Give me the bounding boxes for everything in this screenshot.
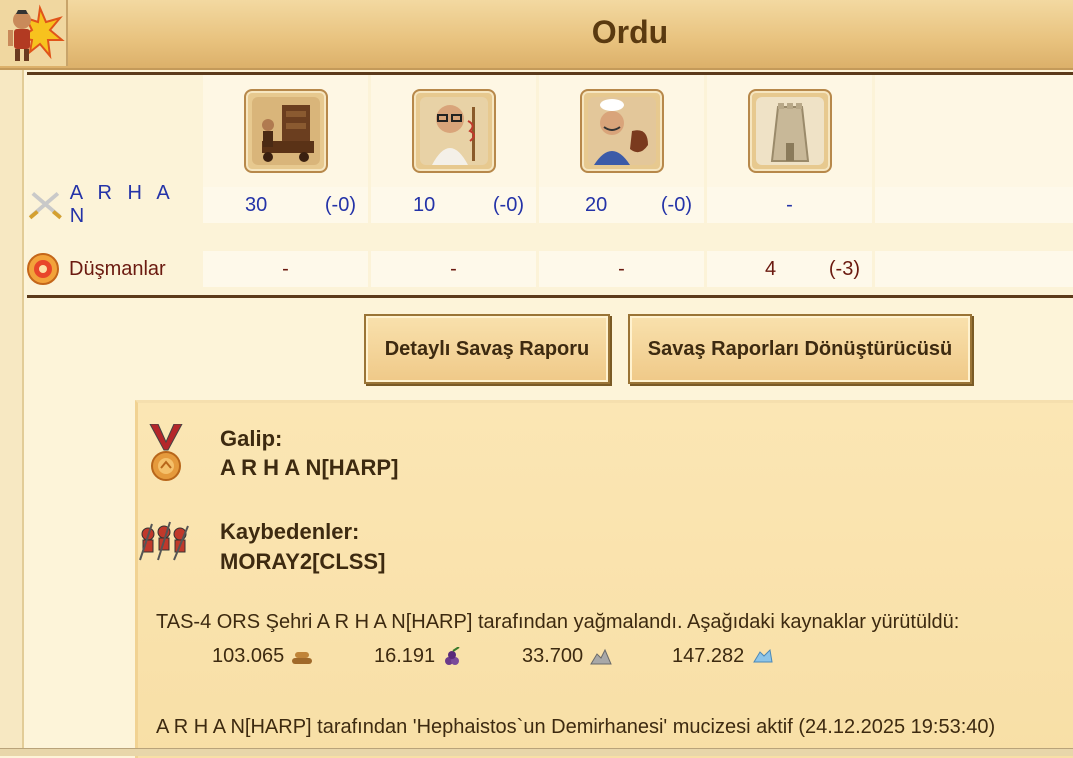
wonder-text: A R H A N[HARP] tarafından 'Hephaistos`u… xyxy=(156,716,996,738)
resource-wood: 103.065 xyxy=(212,645,314,668)
unit-count: 30 xyxy=(245,194,268,216)
wall-unit-icon[interactable] xyxy=(748,89,832,173)
wine-icon xyxy=(445,646,460,665)
winner-label: Galip: xyxy=(220,426,283,451)
resource-amount: 147.282 xyxy=(672,645,745,667)
attacker-label: A R H A N xyxy=(27,182,199,227)
attacker-cell: 10 (-0) xyxy=(371,187,536,223)
defender-label: Düşmanlar xyxy=(27,251,199,287)
defender-cell: - xyxy=(539,251,704,287)
unit-loss: (-0) xyxy=(660,194,692,216)
detailed-report-button[interactable]: Detaylı Savaş Raporu xyxy=(364,314,610,384)
unit-count: 20 xyxy=(585,194,608,216)
doctor-unit-icon[interactable] xyxy=(412,89,496,173)
defender-row: Düşmanlar - - - 4 (-3) xyxy=(27,251,1073,287)
unit-column xyxy=(539,75,704,187)
attacker-cell: 20 (-0) xyxy=(539,187,704,223)
header-bar: Ordu xyxy=(0,0,1073,70)
battle-report-panel xyxy=(135,400,1073,758)
unit-column xyxy=(371,75,536,187)
resource-marble: 33.700 xyxy=(522,645,613,668)
unit-count: - xyxy=(786,194,793,216)
unit-column-empty xyxy=(875,75,1073,187)
page-title: Ordu xyxy=(591,14,669,50)
defender-name: Düşmanlar xyxy=(69,257,166,280)
crystal-icon xyxy=(753,648,773,662)
resource-amount: 16.191 xyxy=(374,645,436,667)
report-converter-button[interactable]: Savaş Raporları Dönüştürücüsü xyxy=(628,314,972,384)
unit-loss: (-0) xyxy=(324,194,356,216)
loser-name[interactable]: MORAY2[CLSS] xyxy=(220,549,385,575)
cook-unit-icon[interactable] xyxy=(580,89,664,173)
wood-icon xyxy=(292,651,313,664)
unit-count: - xyxy=(450,258,457,280)
unit-column xyxy=(707,75,872,187)
resource-amount: 103.065 xyxy=(212,645,285,667)
resource-wine: 16.191 xyxy=(374,645,465,668)
plunder-text: TAS-4 ORS Şehri A R H A N[HARP] tarafınd… xyxy=(156,611,960,633)
unit-count: - xyxy=(618,258,625,280)
unit-column xyxy=(203,75,368,187)
army-table: A R H A N 30 (-0) 10 (-0) 20 (-0) - Düşm… xyxy=(27,72,1073,298)
attacker-cell-empty xyxy=(875,187,1073,223)
attacker-cell: - xyxy=(707,187,872,223)
attacker-row: A R H A N 30 (-0) 10 (-0) 20 (-0) - xyxy=(27,182,1073,227)
resource-amount: 33.700 xyxy=(522,645,584,667)
unit-loss: (-3) xyxy=(828,258,860,280)
defender-cell: 4 (-3) xyxy=(707,251,872,287)
defender-cell-empty xyxy=(875,251,1073,287)
unit-count: - xyxy=(282,258,289,280)
unit-count: 4 xyxy=(765,258,777,280)
left-sidebar-rail xyxy=(0,70,24,755)
losers-label: Kaybedenler: xyxy=(220,519,360,544)
winner-name[interactable]: A R H A N[HARP] xyxy=(220,455,398,481)
attacker-name[interactable]: A R H A N xyxy=(70,182,199,228)
fallen-soldiers-icon xyxy=(139,521,189,561)
unit-loss: (-0) xyxy=(492,194,524,216)
siege-engine-unit-icon[interactable] xyxy=(244,89,328,173)
resource-crystal: 147.282 xyxy=(672,645,774,668)
medal-icon xyxy=(149,424,183,481)
marble-icon xyxy=(590,648,612,664)
defender-cell: - xyxy=(203,251,368,287)
target-icon xyxy=(27,253,59,285)
defender-cell: - xyxy=(371,251,536,287)
unit-count: 10 xyxy=(413,194,436,216)
crossed-swords-icon xyxy=(28,191,62,220)
attacker-cell: 30 (-0) xyxy=(203,187,368,223)
